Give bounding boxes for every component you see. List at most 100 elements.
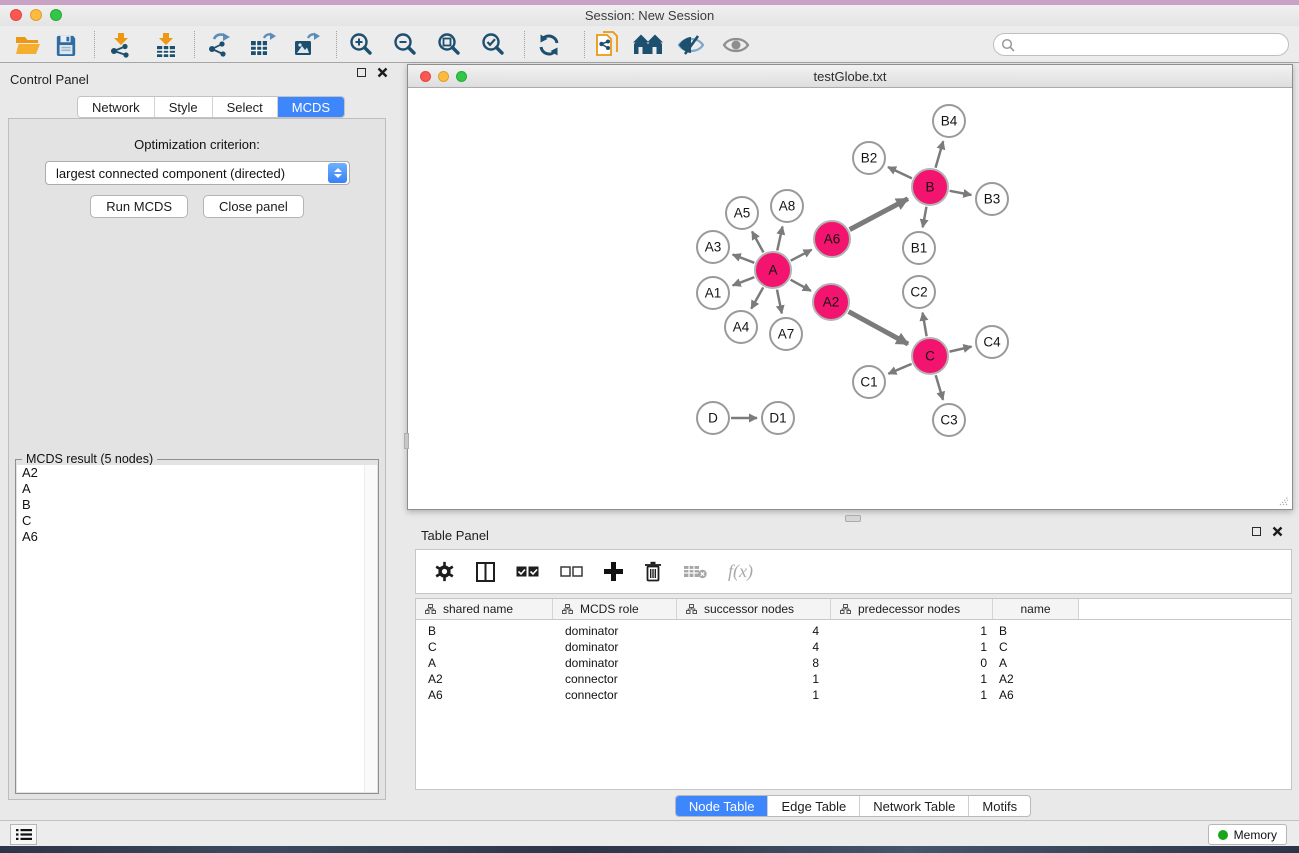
- graph-edge[interactable]: [777, 227, 782, 251]
- zoom-fit-button[interactable]: [432, 29, 466, 61]
- network-window-titlebar: testGlobe.txt: [408, 65, 1292, 88]
- table-row[interactable]: B dominator 4 1 B: [416, 623, 1291, 639]
- graph-edge[interactable]: [888, 364, 911, 374]
- close-panel-button[interactable]: Close panel: [203, 195, 304, 218]
- export-network-button[interactable]: [202, 29, 236, 61]
- graph-edge[interactable]: [888, 167, 912, 178]
- search-input[interactable]: [1020, 36, 1288, 54]
- delete-table-button[interactable]: [683, 564, 707, 579]
- import-table-button[interactable]: [149, 29, 183, 61]
- criterion-dropdown[interactable]: largest connected component (directed): [45, 161, 350, 185]
- tab-mcds[interactable]: MCDS: [278, 97, 344, 117]
- close-panel-icon[interactable]: [377, 67, 388, 78]
- create-column-button[interactable]: [604, 562, 623, 581]
- graph-edge[interactable]: [752, 231, 763, 252]
- tab-select[interactable]: Select: [213, 97, 278, 117]
- graph-edge[interactable]: [733, 255, 755, 263]
- save-session-button[interactable]: [49, 29, 83, 61]
- column-header-successor-nodes[interactable]: successor nodes: [677, 599, 831, 619]
- float-panel-icon[interactable]: [357, 68, 366, 77]
- tab-style[interactable]: Style: [155, 97, 213, 117]
- list-item[interactable]: A6: [17, 529, 377, 545]
- graph-node-label: C4: [983, 335, 1001, 350]
- tab-node-table[interactable]: Node Table: [676, 796, 769, 816]
- mcds-result-title: MCDS result (5 nodes): [22, 452, 157, 466]
- split-pane-handle[interactable]: [845, 515, 861, 522]
- network-file-button[interactable]: [591, 29, 625, 61]
- graph-node-label: C3: [940, 413, 957, 428]
- graph-edge[interactable]: [936, 375, 943, 400]
- network-view-title: testGlobe.txt: [408, 69, 1292, 84]
- tab-network[interactable]: Network: [78, 97, 155, 117]
- graph-edge[interactable]: [791, 280, 811, 291]
- scrollbar-track[interactable]: [364, 465, 377, 792]
- table-panel-title: Table Panel: [421, 528, 489, 543]
- hide-graphics-button[interactable]: [674, 29, 708, 61]
- tab-network-table[interactable]: Network Table: [860, 796, 969, 816]
- graph-edge[interactable]: [849, 312, 908, 344]
- list-item[interactable]: C: [17, 513, 377, 529]
- graph-edge[interactable]: [923, 313, 927, 337]
- table-settings-button[interactable]: [434, 561, 455, 582]
- show-log-button[interactable]: [10, 824, 37, 845]
- close-panel-icon[interactable]: [1272, 526, 1283, 537]
- graph-edge[interactable]: [950, 347, 972, 352]
- graph-edge[interactable]: [733, 277, 755, 285]
- control-panel: Control Panel Network Style Select MCDS …: [0, 63, 394, 820]
- graph-edge[interactable]: [777, 290, 782, 314]
- import-network-button[interactable]: [104, 29, 138, 61]
- open-folder-icon: [15, 34, 41, 56]
- column-header-predecessor-nodes[interactable]: predecessor nodes: [831, 599, 993, 619]
- main-toolbar: [0, 26, 1299, 63]
- export-table-button[interactable]: [245, 29, 279, 61]
- float-panel-icon[interactable]: [1252, 527, 1261, 536]
- delete-column-button[interactable]: [644, 561, 662, 582]
- graph-node-label: D1: [769, 411, 786, 426]
- show-graphics-button[interactable]: [719, 29, 753, 61]
- gear-icon: [434, 561, 455, 582]
- column-header-mcds-role[interactable]: MCDS role: [553, 599, 677, 619]
- trash-icon: [644, 561, 662, 582]
- export-image-button[interactable]: [289, 29, 323, 61]
- scrollbar-thumb[interactable]: [404, 433, 409, 449]
- graph-node-label: B4: [941, 114, 958, 129]
- mcds-result-list[interactable]: A2 A B C A6: [17, 465, 377, 792]
- zoom-selected-button[interactable]: [476, 29, 510, 61]
- memory-button[interactable]: Memory: [1208, 824, 1287, 845]
- column-header-shared-name[interactable]: shared name: [416, 599, 553, 619]
- table-row[interactable]: C dominator 4 1 C: [416, 639, 1291, 655]
- graph-edge[interactable]: [950, 191, 972, 195]
- home-layout-button[interactable]: [631, 29, 665, 61]
- run-mcds-button[interactable]: Run MCDS: [90, 195, 188, 218]
- refresh-view-button[interactable]: [532, 29, 566, 61]
- open-session-button[interactable]: [11, 29, 45, 61]
- deselect-all-button[interactable]: [560, 566, 583, 577]
- graph-edge[interactable]: [923, 207, 927, 228]
- column-header-name[interactable]: name: [993, 599, 1079, 619]
- graph-edge[interactable]: [751, 287, 763, 308]
- list-item[interactable]: A2: [17, 465, 377, 481]
- table-row[interactable]: A6 connector 1 1 A6: [416, 687, 1291, 703]
- network-canvas[interactable]: B4B2BB3A8A5A6A3B1AA1C2A2A4A7C4CC1DD1C3: [409, 88, 1291, 508]
- resize-grip-icon[interactable]: [1277, 494, 1289, 506]
- homes-icon: [633, 34, 663, 56]
- mcds-tab-content: Optimization criterion: largest connecte…: [8, 118, 386, 800]
- table-row[interactable]: A2 connector 1 1 A2: [416, 671, 1291, 687]
- search-icon: [1001, 38, 1015, 52]
- list-item[interactable]: A: [17, 481, 377, 497]
- tab-edge-table[interactable]: Edge Table: [768, 796, 860, 816]
- table-row[interactable]: A dominator 8 0 A: [416, 655, 1291, 671]
- zoom-in-button[interactable]: [344, 29, 378, 61]
- tab-motifs[interactable]: Motifs: [969, 796, 1030, 816]
- function-builder-button[interactable]: f(x): [728, 561, 753, 582]
- graph-edge[interactable]: [791, 250, 812, 261]
- graph-edge[interactable]: [850, 199, 908, 230]
- graph-edge[interactable]: [936, 141, 944, 168]
- zoom-out-button[interactable]: [388, 29, 422, 61]
- graph-node-label: A6: [824, 232, 841, 247]
- global-search[interactable]: [993, 33, 1289, 56]
- show-columns-button[interactable]: [476, 562, 495, 582]
- select-all-button[interactable]: [516, 566, 539, 577]
- desktop-wallpaper-bottom: [0, 846, 1299, 853]
- list-item[interactable]: B: [17, 497, 377, 513]
